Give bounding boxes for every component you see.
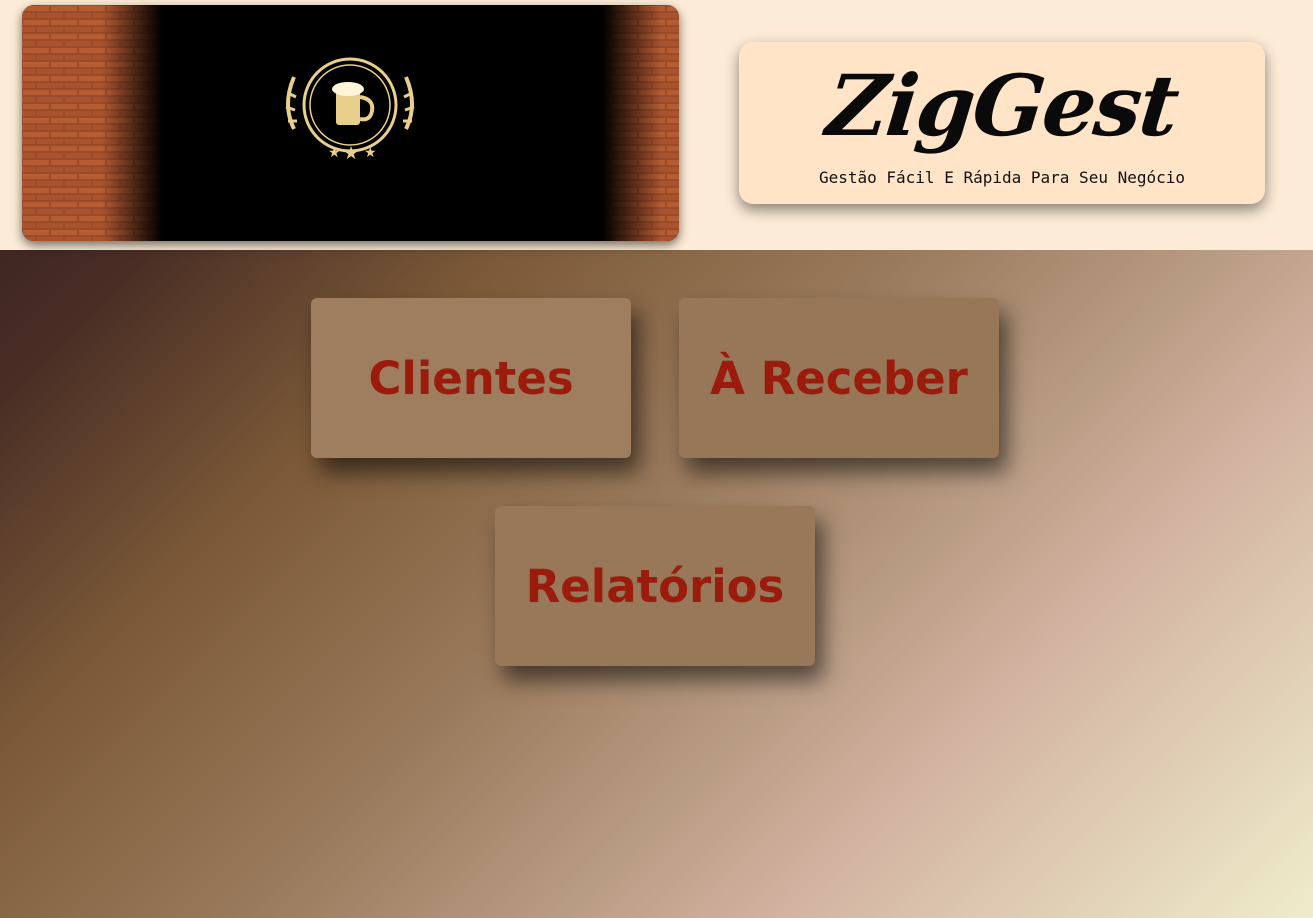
menu-a-receber-label: À Receber — [710, 351, 968, 405]
svg-text:★: ★ — [328, 145, 341, 161]
app-tagline: Gestão Fácil E Rápida Para Seu Negócio — [818, 168, 1186, 187]
app-name: ZigGest — [822, 56, 1182, 155]
app-brand-card: ZigGest Gestão Fácil E Rápida Para Seu N… — [739, 42, 1265, 204]
header: ★ ★ ★ ZigGest Gestão Fácil E Rápida Para… — [0, 0, 1313, 250]
menu-a-receber-button[interactable]: À Receber — [679, 298, 999, 458]
menu-clientes-label: Clientes — [368, 351, 574, 405]
menu-relatorios-button[interactable]: Relatórios — [495, 506, 815, 666]
menu-relatorios-label: Relatórios — [525, 559, 785, 613]
store-logo-image: ★ ★ ★ — [22, 5, 679, 241]
menu-clientes-button[interactable]: Clientes — [311, 298, 631, 458]
store-logo-banner: ★ ★ ★ — [22, 5, 679, 241]
svg-text:★: ★ — [364, 145, 377, 161]
svg-text:★: ★ — [343, 143, 359, 164]
